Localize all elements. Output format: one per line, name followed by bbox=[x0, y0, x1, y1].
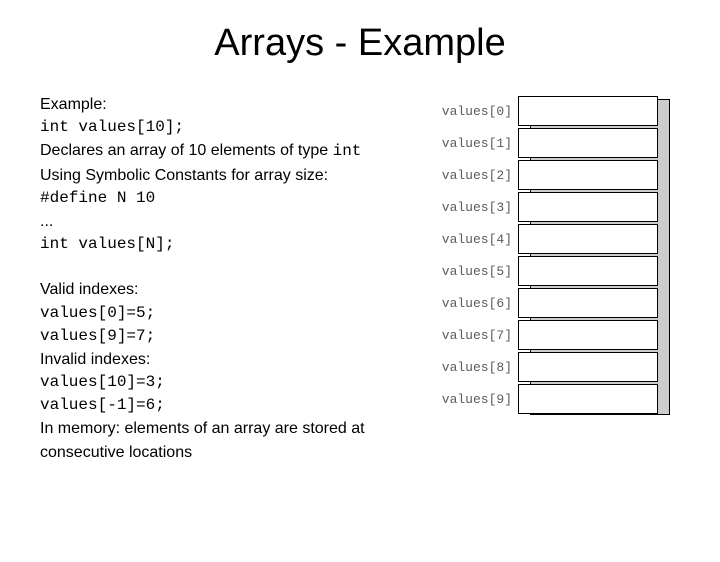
cell-label: values[7] bbox=[440, 328, 518, 343]
code-invalid-2: values[-1]=6; bbox=[40, 394, 430, 417]
cell-box bbox=[518, 384, 658, 414]
diagram-rows: values[0] values[1] values[2] values[3] … bbox=[440, 95, 672, 415]
declares-text: Declares an array of 10 elements of type… bbox=[40, 139, 430, 163]
symbolic-constants-text: Using Symbolic Constants for array size: bbox=[40, 164, 430, 187]
example-label: Example: bbox=[40, 93, 430, 116]
diagram-row: values[3] bbox=[440, 191, 672, 223]
cell-label: values[6] bbox=[440, 296, 518, 311]
diagram-row: values[9] bbox=[440, 383, 672, 415]
code-declaration: int values[10]; bbox=[40, 116, 430, 139]
valid-indexes-label: Valid indexes: bbox=[40, 278, 430, 301]
cell-box bbox=[518, 352, 658, 382]
cell-label: values[3] bbox=[440, 200, 518, 215]
slide-title: Arrays - Example bbox=[0, 22, 720, 65]
diagram-row: values[6] bbox=[440, 287, 672, 319]
code-valid-2: values[9]=7; bbox=[40, 325, 430, 348]
cell-box bbox=[518, 224, 658, 254]
cell-box bbox=[518, 320, 658, 350]
slide-content: Example: int values[10]; Declares an arr… bbox=[0, 93, 720, 464]
diagram-row: values[5] bbox=[440, 255, 672, 287]
type-int: int bbox=[333, 142, 362, 160]
ellipsis: ... bbox=[40, 210, 430, 233]
diagram-row: values[7] bbox=[440, 319, 672, 351]
cell-label: values[4] bbox=[440, 232, 518, 247]
diagram-row: values[1] bbox=[440, 127, 672, 159]
diagram-row: values[8] bbox=[440, 351, 672, 383]
code-declaration-n: int values[N]; bbox=[40, 233, 430, 256]
cell-box bbox=[518, 256, 658, 286]
cell-box bbox=[518, 160, 658, 190]
diagram-row: values[4] bbox=[440, 223, 672, 255]
code-define: #define N 10 bbox=[40, 187, 430, 210]
cell-box bbox=[518, 96, 658, 126]
cell-label: values[1] bbox=[440, 136, 518, 151]
cell-label: values[9] bbox=[440, 392, 518, 407]
diagram-column: values[0] values[1] values[2] values[3] … bbox=[430, 93, 680, 464]
code-valid-1: values[0]=5; bbox=[40, 302, 430, 325]
cell-box bbox=[518, 192, 658, 222]
declares-text-part: Declares an array of 10 elements of type bbox=[40, 142, 333, 159]
invalid-indexes-label: Invalid indexes: bbox=[40, 348, 430, 371]
diagram-row: values[0] bbox=[440, 95, 672, 127]
cell-label: values[5] bbox=[440, 264, 518, 279]
indexes-block: Valid indexes: values[0]=5; values[9]=7;… bbox=[40, 278, 430, 464]
cell-box bbox=[518, 288, 658, 318]
diagram-row: values[2] bbox=[440, 159, 672, 191]
text-column: Example: int values[10]; Declares an arr… bbox=[40, 93, 430, 464]
array-diagram: values[0] values[1] values[2] values[3] … bbox=[440, 93, 672, 415]
memory-text: In memory: elements of an array are stor… bbox=[40, 417, 430, 463]
cell-label: values[8] bbox=[440, 360, 518, 375]
code-invalid-1: values[10]=3; bbox=[40, 371, 430, 394]
cell-label: values[2] bbox=[440, 168, 518, 183]
cell-label: values[0] bbox=[440, 104, 518, 119]
cell-box bbox=[518, 128, 658, 158]
example-block: Example: int values[10]; Declares an arr… bbox=[40, 93, 430, 256]
